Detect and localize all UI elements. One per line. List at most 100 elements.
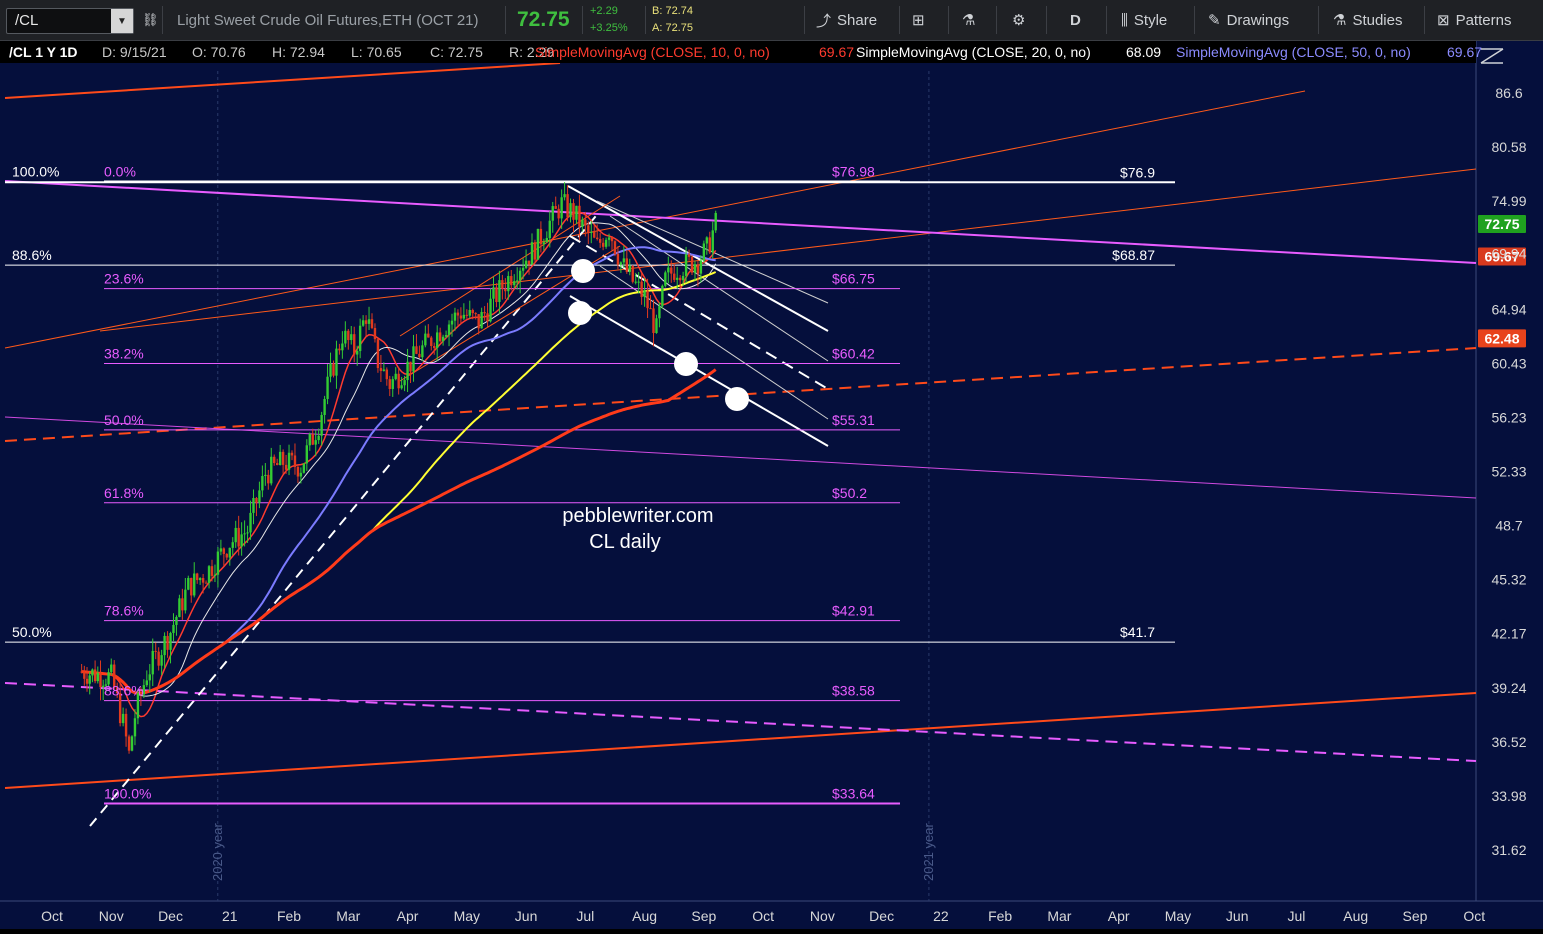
candle-body[interactable] (441, 336, 445, 342)
candle-body[interactable] (421, 345, 424, 358)
candle-body[interactable] (299, 472, 303, 477)
candle-body[interactable] (515, 280, 519, 282)
candle-body[interactable] (284, 464, 288, 470)
candle-body[interactable] (240, 534, 243, 547)
candle-body[interactable] (391, 379, 394, 389)
candle-body[interactable] (175, 616, 178, 625)
candle-body[interactable] (255, 498, 258, 503)
candle-body[interactable] (305, 445, 309, 464)
candle-body[interactable] (124, 713, 128, 737)
candle-body[interactable] (622, 258, 626, 263)
candle-body[interactable] (551, 206, 554, 221)
fib-trendline-top[interactable] (4, 180, 1477, 264)
link-icon[interactable]: ⛓ (142, 0, 159, 40)
candle-body[interactable] (587, 225, 590, 234)
candle-body[interactable] (474, 313, 477, 315)
candle-body[interactable] (539, 228, 543, 245)
candle-body[interactable] (489, 298, 492, 322)
candle-body[interactable] (409, 361, 412, 372)
candle-body[interactable] (521, 267, 525, 271)
trendline-rising[interactable] (4, 90, 1306, 349)
candle-body[interactable] (148, 674, 151, 681)
candle-body[interactable] (518, 270, 522, 281)
candle-body[interactable] (690, 256, 694, 273)
candle-body[interactable] (572, 203, 575, 220)
candle-body[interactable] (424, 333, 427, 346)
candle-body[interactable] (412, 346, 415, 372)
chevron-down-icon[interactable]: ▼ (111, 9, 133, 33)
candle-body[interactable] (450, 320, 454, 325)
candle-body[interactable] (243, 533, 246, 535)
candle-body[interactable] (595, 237, 599, 239)
candle-body[interactable] (557, 208, 560, 219)
candle-body[interactable] (121, 713, 125, 724)
candle-body[interactable] (581, 219, 584, 227)
candle-body[interactable] (492, 287, 495, 299)
candle-body[interactable] (670, 267, 673, 274)
candle-body[interactable] (246, 532, 249, 534)
fib-trendline-dashed[interactable] (4, 682, 1477, 762)
candle-body[interactable] (169, 632, 172, 650)
candle-body[interactable] (317, 435, 320, 441)
candle-body[interactable] (88, 675, 91, 684)
candle-body[interactable] (661, 285, 664, 307)
candle-body[interactable] (382, 369, 386, 371)
target-marker[interactable] (571, 259, 595, 283)
candle-body[interactable] (219, 548, 223, 552)
candle-body[interactable] (151, 650, 154, 675)
candle-body[interactable] (154, 650, 157, 652)
candle-body[interactable] (145, 680, 149, 686)
candle-body[interactable] (687, 254, 691, 257)
candle-body[interactable] (513, 281, 516, 286)
candle-body[interactable] (430, 337, 433, 347)
flask-icon[interactable]: ⚗ (962, 0, 975, 40)
sma10-line[interactable] (81, 211, 717, 718)
candle-body[interactable] (278, 451, 282, 466)
candle-body[interactable] (320, 415, 323, 436)
candle-body[interactable] (560, 197, 563, 219)
candle-body[interactable] (468, 309, 471, 316)
candle-body[interactable] (711, 230, 714, 253)
candle-body[interactable] (370, 319, 374, 328)
candle-body[interactable] (601, 242, 605, 247)
candle-body[interactable] (341, 343, 344, 351)
symbol-input[interactable]: /CL ▼ (6, 8, 134, 34)
candle-body[interactable] (201, 578, 205, 583)
candle-body[interactable] (584, 219, 587, 226)
candle-body[interactable] (705, 237, 709, 244)
candle-body[interactable] (593, 232, 596, 238)
candle-body[interactable] (527, 260, 531, 265)
candle-body[interactable] (418, 353, 421, 358)
candle-body[interactable] (693, 264, 697, 273)
candle-body[interactable] (193, 573, 196, 596)
candle-body[interactable] (530, 242, 534, 265)
candle-body[interactable] (675, 277, 679, 280)
candle-body[interactable] (504, 288, 507, 292)
candle-body[interactable] (643, 290, 646, 297)
candle-body[interactable] (634, 281, 637, 283)
candle-body[interactable] (290, 452, 294, 456)
candle-body[interactable] (681, 275, 685, 281)
target-marker[interactable] (674, 352, 698, 376)
candle-body[interactable] (625, 258, 629, 272)
drawings-button[interactable]: ✎ Drawings (1208, 0, 1289, 40)
candle-body[interactable] (616, 253, 620, 265)
candle-body[interactable] (453, 312, 457, 321)
candle-body[interactable] (181, 598, 184, 611)
candle-body[interactable] (273, 456, 276, 464)
candle-body[interactable] (130, 736, 134, 751)
candle-body[interactable] (332, 363, 335, 376)
candle-body[interactable] (459, 315, 463, 319)
candle-body[interactable] (133, 718, 137, 737)
candle-body[interactable] (210, 566, 214, 576)
candle-body[interactable] (80, 671, 83, 673)
fib-trendline-mid[interactable] (4, 416, 1477, 499)
candle-body[interactable] (264, 474, 267, 477)
target-marker[interactable] (725, 387, 749, 411)
candle-body[interactable] (222, 548, 226, 554)
candle-body[interactable] (714, 212, 717, 231)
chart-svg[interactable]: 2020 year 2021 year $76.98 $66.75 $60.42 $55.… (0, 41, 1543, 929)
candle-body[interactable] (207, 566, 211, 583)
candle-body[interactable] (237, 527, 240, 547)
candle-body[interactable] (456, 312, 460, 316)
